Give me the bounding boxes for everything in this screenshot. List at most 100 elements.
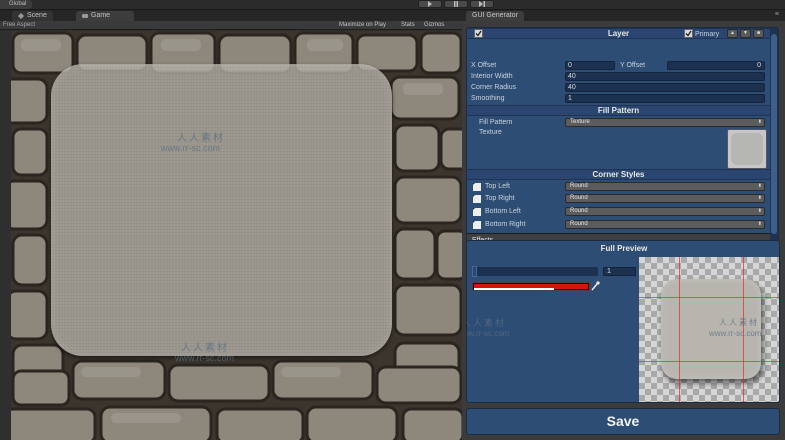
fill-pattern-header: Fill Pattern: [467, 105, 770, 116]
corner-styles-title: Corner Styles: [592, 170, 645, 179]
primary-label: Primary: [695, 31, 720, 38]
gizmos-dropdown[interactable]: Gizmos: [424, 21, 444, 30]
corner-bottom-left-icon: [473, 208, 481, 216]
y-offset-label: Y Offset: [620, 62, 646, 69]
panel-menu-icon[interactable]: ≡: [767, 11, 779, 19]
texture-label: Texture: [479, 129, 502, 136]
y-offset-field[interactable]: 0: [667, 61, 765, 70]
corner-style-row-top-left: Top Left Round ⬍: [467, 181, 770, 192]
watermark-text: 人人素材: [177, 133, 225, 144]
watermark-url: www.rr-sc.com: [161, 143, 220, 153]
tab-game[interactable]: Game: [76, 11, 134, 21]
step-button[interactable]: [470, 0, 494, 8]
watermark-text: 人人素材: [466, 318, 507, 328]
layer-title: Layer: [607, 29, 630, 38]
corner-style-dropdown[interactable]: Round ⬍: [565, 207, 765, 216]
corner-style-value: Round: [570, 221, 588, 227]
interior-width-field[interactable]: 40: [565, 72, 765, 81]
inspector-scrollbar[interactable]: [770, 28, 778, 248]
corner-styles-header: Corner Styles: [467, 169, 770, 180]
corner-style-dropdown[interactable]: Round ⬍: [565, 194, 765, 203]
aspect-dropdown[interactable]: Free Aspect: [3, 21, 35, 30]
corner-bottom-right-icon: [473, 221, 481, 229]
top-toolbar: Global: [0, 0, 785, 10]
corner-top-right-icon: [473, 195, 481, 203]
move-down-button[interactable]: ▼: [740, 29, 751, 38]
texture-slot[interactable]: [727, 129, 767, 169]
tab-game-label: Game: [91, 12, 111, 19]
preview-canvas: 人人素材 www.rr-sc.com: [639, 257, 779, 402]
fill-pattern-title: Fill Pattern: [597, 106, 640, 115]
smoothing-label: Smoothing: [471, 95, 505, 102]
zoom-slider-thumb[interactable]: [472, 266, 477, 277]
corner-radius-field[interactable]: 40: [565, 83, 765, 92]
tab-gui-generator[interactable]: GUI Generator: [466, 11, 524, 21]
chevron-down-icon: ⬍: [757, 195, 762, 201]
color-field[interactable]: [472, 282, 590, 291]
scrollbar-thumb[interactable]: [771, 34, 777, 234]
save-button[interactable]: Save: [466, 408, 780, 435]
interior-width-label: Interior Width: [471, 73, 513, 80]
scene-icon: [18, 13, 24, 19]
eyedropper-icon[interactable]: [591, 281, 600, 291]
pause-button[interactable]: [444, 0, 468, 8]
full-preview-section: Full Preview 1 人人素材 www.rr-sc.com 人人素材 w…: [466, 240, 780, 403]
corner-label: Bottom Right: [485, 221, 526, 228]
fill-pattern-value: Texture: [570, 119, 590, 125]
zoom-slider[interactable]: [472, 267, 598, 276]
watermark-text: 人人素材: [181, 343, 229, 354]
corner-style-value: Round: [570, 208, 588, 214]
corner-style-value: Round: [570, 195, 588, 201]
watermark-url: www.rr-sc.com: [709, 329, 762, 338]
corner-label: Bottom Left: [485, 208, 521, 215]
smoothing-field[interactable]: 1: [565, 94, 765, 103]
fill-pattern-dropdown[interactable]: Texture ⬍: [565, 118, 765, 127]
corner-style-row-bottom-left: Bottom Left Round ⬍: [467, 206, 770, 217]
pause-icon: [454, 1, 458, 7]
gui-generator-panel: GUI Generator ≡ Layer Primary ▲ ▼ ■ X Of…: [462, 10, 785, 440]
unity-editor-window: Global Scene Game Free Aspect Maximize o…: [0, 0, 785, 440]
corner-label: Top Right: [485, 195, 515, 202]
layer-inspector: Layer Primary ▲ ▼ ■ X Offset 0 Y Offset …: [466, 27, 779, 249]
maximize-on-play-toggle[interactable]: Maximize on Play: [339, 21, 386, 30]
corner-radius-row: Corner Radius 40: [467, 82, 770, 93]
zoom-field[interactable]: 1: [603, 267, 636, 276]
corner-top-left-icon: [473, 183, 481, 191]
game-view-toolbar: Free Aspect Maximize on Play Stats Gizmo…: [0, 21, 462, 30]
gui-tabstrip: GUI Generator ≡: [462, 10, 785, 21]
smoothing-row: Smoothing 1: [467, 93, 770, 104]
watermark-url: www.rr-sc.com: [175, 353, 234, 363]
generated-rounded-panel: [51, 64, 392, 356]
tab-scene[interactable]: Scene: [12, 11, 53, 21]
watermark-url: www.rr-sc.com: [467, 329, 510, 338]
corner-style-dropdown[interactable]: Round ⬍: [565, 220, 765, 229]
alpha-bar: [474, 288, 554, 290]
play-controls: [418, 0, 494, 8]
chevron-down-icon: ⬍: [757, 221, 762, 227]
interior-width-row: Interior Width 40: [467, 71, 770, 82]
x-offset-field[interactable]: 0: [565, 61, 615, 70]
step-icon: [479, 1, 485, 7]
corner-style-row-bottom-right: Bottom Right Round ⬍: [467, 219, 770, 230]
full-preview-title: Full Preview: [600, 244, 648, 253]
global-tab[interactable]: Global: [0, 0, 33, 9]
move-up-button[interactable]: ▲: [727, 29, 738, 38]
view-tabstrip: Scene Game: [0, 10, 462, 21]
remove-layer-button[interactable]: ■: [753, 29, 764, 38]
corner-radius-label: Corner Radius: [471, 84, 517, 91]
play-button[interactable]: [418, 0, 442, 8]
stats-toggle[interactable]: Stats: [401, 21, 415, 30]
corner-style-value: Round: [570, 183, 588, 189]
corner-label: Top Left: [485, 183, 510, 190]
guide-line: [639, 361, 779, 362]
chevron-down-icon: ⬍: [757, 183, 762, 189]
primary-checkbox[interactable]: [684, 29, 693, 38]
texture-preview-image: [731, 133, 763, 165]
layer-header: Layer Primary ▲ ▼ ■: [467, 28, 770, 39]
corner-style-row-top-right: Top Right Round ⬍: [467, 193, 770, 204]
chevron-down-icon: ⬍: [757, 119, 762, 125]
corner-style-dropdown[interactable]: Round ⬍: [565, 182, 765, 191]
play-icon: [428, 1, 432, 7]
checkmark-icon: [685, 30, 692, 37]
game-viewport[interactable]: 人人素材 www.rr-sc.com 人人素材 www.rr-sc.com: [11, 31, 462, 440]
